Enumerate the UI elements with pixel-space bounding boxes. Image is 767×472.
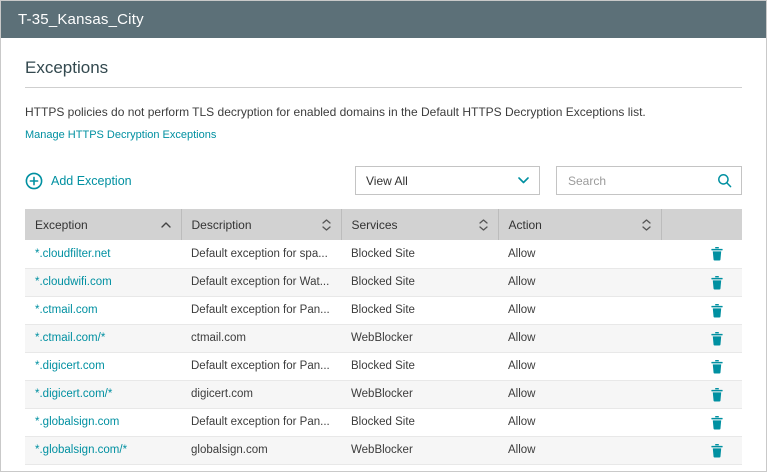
exception-link[interactable]: *.cloudwifi.com [35,276,112,288]
action-cell: Allow [498,408,661,437]
exception-cell: *.cloudwifi.com [25,268,181,297]
chevron-down-icon [518,177,529,184]
table-body: *.cloudfilter.net Default exception for s… [25,240,742,465]
delete-cell [661,436,742,465]
action-cell: Allow [498,268,661,297]
delete-cell [661,380,742,409]
trash-icon[interactable] [710,443,724,458]
column-header-label: Action [508,217,542,232]
chevron-up-icon [160,221,171,228]
action-cell: Allow [498,324,661,353]
section-title: Exceptions [25,58,109,77]
action-cell: Allow [498,352,661,381]
section-divider [25,87,742,88]
description-cell: Default exception for Wat... [181,268,341,297]
exception-link[interactable]: *.globalsign.com/* [35,444,127,456]
sort-arrows-icon [641,218,651,231]
trash-icon[interactable] [710,303,724,318]
exception-cell: *.globalsign.com [25,408,181,437]
services-cell: Blocked Site [341,296,498,325]
delete-cell [661,268,742,297]
column-header-description[interactable]: Description [181,209,342,240]
exception-cell: *.ctmail.com [25,296,181,325]
table-row: *.digicert.com/* digicert.com WebBlocker Al… [25,380,742,409]
exception-cell: *.digicert.com/* [25,380,181,409]
action-cell: Allow [498,296,661,325]
table-row: *.ctmail.com/* ctmail.com WebBlocker Allow [25,324,742,353]
services-cell: Blocked Site [341,240,498,269]
table-row: *.globalsign.com Default exception for Pa… [25,408,742,437]
column-header-actions-blank [661,209,742,240]
services-cell: Blocked Site [341,352,498,381]
column-header-label: Services [351,217,398,232]
services-cell: WebBlocker [341,436,498,465]
delete-cell [661,240,742,269]
action-cell: Allow [498,240,661,269]
column-header-action[interactable]: Action [498,209,662,240]
column-header-exception[interactable]: Exception [25,209,182,240]
sort-arrows-icon [321,218,331,231]
trash-icon[interactable] [710,275,724,290]
window-titlebar: T-35_Kansas_City [1,1,766,38]
exception-link[interactable]: *.globalsign.com [35,416,119,428]
description-cell: ctmail.com [181,324,341,353]
exception-cell: *.digicert.com [25,352,181,381]
toolbar-controls: View All [355,166,742,195]
exceptions-table: Exception Description Services Action *.… [25,209,742,465]
delete-cell [661,296,742,325]
filter-dropdown-value: View All [366,173,408,188]
search-icon[interactable] [717,173,732,188]
page-title: T-35_Kansas_City [18,11,144,28]
filter-dropdown[interactable]: View All [355,166,540,195]
description-cell: globalsign.com [181,436,341,465]
action-cell: Allow [498,380,661,409]
search-input[interactable] [566,172,717,189]
description-cell: Default exception for spa... [181,240,341,269]
trash-icon[interactable] [710,246,724,261]
exception-link[interactable]: *.cloudfilter.net [35,248,110,260]
exception-cell: *.globalsign.com/* [25,436,181,465]
table-row: *.cloudfilter.net Default exception for s… [25,240,742,269]
services-cell: WebBlocker [341,324,498,353]
description-cell: digicert.com [181,380,341,409]
exception-link[interactable]: *.ctmail.com/* [35,332,105,344]
sort-arrows-icon [478,218,488,231]
add-exception-label: Add Exception [51,173,132,188]
description-cell: Default exception for Pan... [181,296,341,325]
add-exception-button[interactable]: Add Exception [25,172,132,190]
table-row: *.digicert.com Default exception for Pan.… [25,352,742,381]
exception-link[interactable]: *.ctmail.com [35,304,98,316]
trash-icon[interactable] [710,359,724,374]
manage-exceptions-link[interactable]: Manage HTTPS Decryption Exceptions [25,129,216,141]
main-content: Exceptions HTTPS policies do not perform… [1,58,766,465]
table-row: *.cloudwifi.com Default exception for Wat… [25,268,742,297]
trash-icon[interactable] [710,331,724,346]
column-header-services[interactable]: Services [341,209,499,240]
exception-cell: *.ctmail.com/* [25,324,181,353]
services-cell: Blocked Site [341,408,498,437]
description-cell: Default exception for Pan... [181,352,341,381]
plus-circle-icon [25,172,43,190]
table-header-row: Exception Description Services Action [25,209,742,240]
search-box [556,166,742,195]
description-cell: Default exception for Pan... [181,408,341,437]
exception-link[interactable]: *.digicert.com [35,360,105,372]
table-row: *.ctmail.com Default exception for Pan...… [25,296,742,325]
toolbar: Add Exception View All [25,166,742,195]
trash-icon[interactable] [710,387,724,402]
column-header-label: Exception [35,217,88,232]
delete-cell [661,324,742,353]
delete-cell [661,352,742,381]
exception-link[interactable]: *.digicert.com/* [35,388,112,400]
services-cell: Blocked Site [341,268,498,297]
delete-cell [661,408,742,437]
services-cell: WebBlocker [341,380,498,409]
table-row: *.globalsign.com/* globalsign.com WebBlock… [25,436,742,465]
trash-icon[interactable] [710,415,724,430]
column-header-label: Description [191,217,252,232]
action-cell: Allow [498,436,661,465]
exception-cell: *.cloudfilter.net [25,240,181,269]
description-text: HTTPS policies do not perform TLS decryp… [25,105,646,119]
